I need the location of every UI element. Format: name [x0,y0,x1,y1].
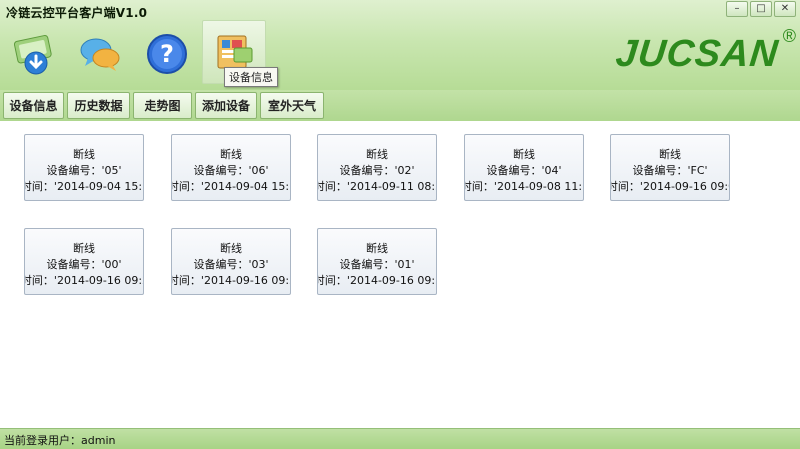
device-card[interactable]: 断线 设备编号：'01' 时间：'2014-09-16 09:5 [317,228,437,295]
tab-add-device[interactable]: 添加设备 [195,92,257,119]
tab-trend-chart[interactable]: 走势图 [133,92,192,119]
device-status: 断线 [220,242,242,255]
help-icon[interactable]: ? [139,24,195,84]
tab-bar: 设备信息 历史数据 走势图 添加设备 室外天气 [0,90,800,121]
tab-outdoor-weather[interactable]: 室外天气 [260,92,324,119]
device-card[interactable]: 断线 设备编号：'02' 时间：'2014-09-11 08:3 [317,134,437,201]
device-card[interactable]: 断线 设备编号：'05' 时间：'2014-09-04 15:1 [24,134,144,201]
device-time: 时间：'2014-09-08 11:1 [464,180,584,193]
device-id: 设备编号：'05' [46,164,122,177]
brand-logo: JUCSAN [613,33,781,75]
device-id: 设备编号：'06' [193,164,269,177]
device-time: 时间：'2014-09-11 08:3 [317,180,437,193]
device-status: 断线 [73,148,95,161]
maximize-button[interactable]: □ [750,1,772,17]
tooltip: 设备信息 [224,67,278,87]
device-status: 断线 [366,242,388,255]
device-card[interactable]: 断线 设备编号：'06' 时间：'2014-09-04 15:1 [171,134,291,201]
current-user: 当前登录用户：admin [4,434,116,447]
header: 冷链云控平台客户端V1.0 – □ ✕ ? 设备信息 JUCSAN ® [0,0,800,90]
app-title: 冷链云控平台客户端V1.0 [6,6,148,20]
device-time: 时间：'2014-09-04 15:1 [171,180,291,193]
device-time: 时间：'2014-09-16 09:2 [24,274,144,287]
registered-mark: ® [782,26,796,46]
device-status: 断线 [73,242,95,255]
device-card[interactable]: 断线 设备编号：'04' 时间：'2014-09-08 11:1 [464,134,584,201]
status-bar: 当前登录用户：admin [0,428,800,449]
device-status: 断线 [659,148,681,161]
device-card[interactable]: 断线 设备编号：'FC' 时间：'2014-09-16 09:0 [610,134,730,201]
device-id: 设备编号：'02' [339,164,415,177]
svg-text:?: ? [160,40,174,68]
device-time: 时间：'2014-09-16 09:0 [610,180,730,193]
device-card[interactable]: 断线 设备编号：'03' 时间：'2014-09-16 09:2 [171,228,291,295]
device-id: 设备编号：'00' [46,258,122,271]
tab-device-info[interactable]: 设备信息 [3,92,64,119]
device-time: 时间：'2014-09-16 09:5 [317,274,437,287]
device-time: 时间：'2014-09-16 09:2 [171,274,291,287]
download-icon[interactable] [6,24,62,84]
device-card[interactable]: 断线 设备编号：'00' 时间：'2014-09-16 09:2 [24,228,144,295]
device-time: 时间：'2014-09-04 15:1 [24,180,144,193]
device-id: 设备编号：'FC' [632,164,708,177]
tab-history-data[interactable]: 历史数据 [67,92,130,119]
device-grid: 断线 设备编号：'05' 时间：'2014-09-04 15:1 断线 设备编号… [0,121,800,428]
device-status: 断线 [366,148,388,161]
device-status: 断线 [513,148,535,161]
device-status: 断线 [220,148,242,161]
window-controls: – □ ✕ [726,1,796,17]
device-id: 设备编号：'04' [486,164,562,177]
chat-icon[interactable] [72,24,128,84]
device-id: 设备编号：'01' [339,258,415,271]
device-id: 设备编号：'03' [193,258,269,271]
minimize-button[interactable]: – [726,1,748,17]
close-button[interactable]: ✕ [774,1,796,17]
